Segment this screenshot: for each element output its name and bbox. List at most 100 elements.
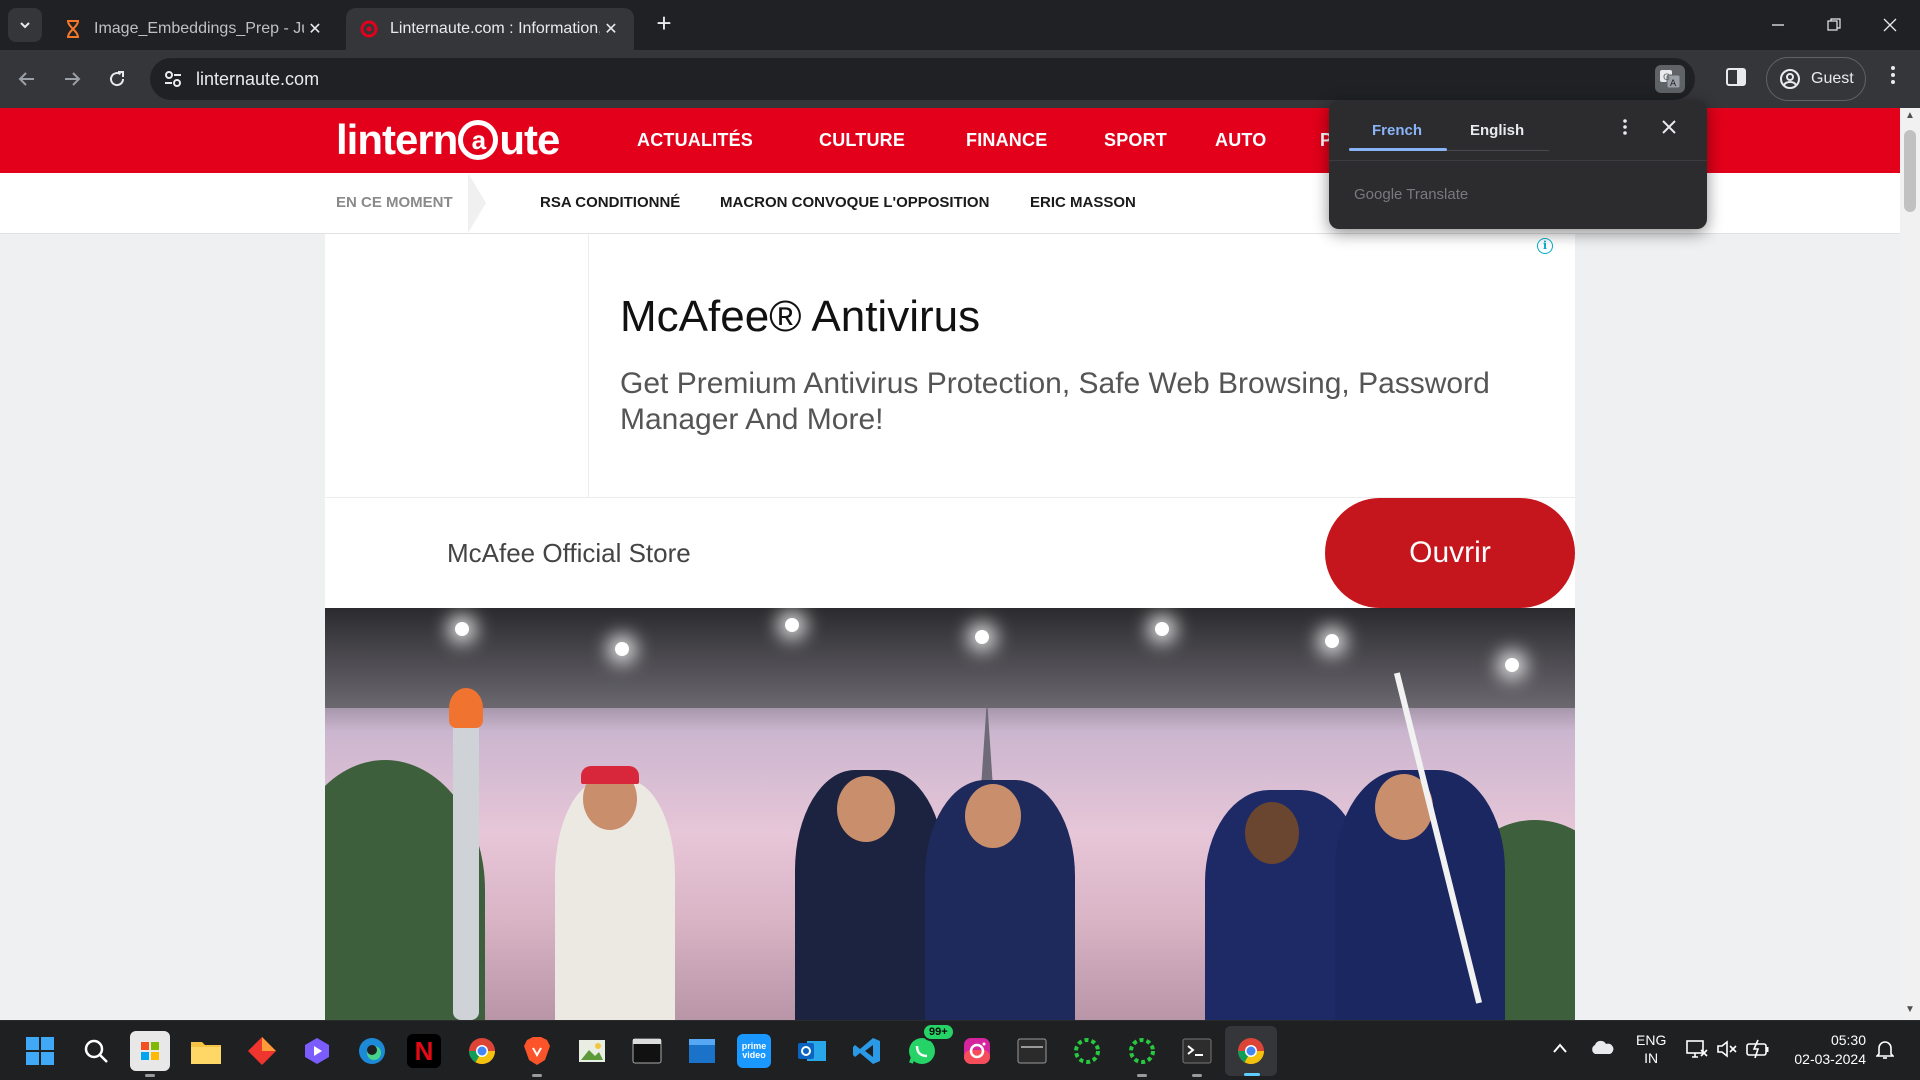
arrow-right-icon — [65, 72, 81, 86]
onedrive-icon[interactable] — [1590, 1039, 1614, 1058]
clock[interactable]: 05:30 02-03-2024 — [1786, 1031, 1866, 1069]
trending-link[interactable]: RSA CONDITIONNÉ — [540, 194, 680, 211]
tab-search-button[interactable] — [8, 8, 42, 42]
terminal-window-icon[interactable] — [627, 1031, 667, 1071]
main-content: i McAfee® Antivirus Get Premium Antiviru… — [325, 234, 1575, 1020]
ad-info-icon[interactable]: i — [1537, 238, 1553, 254]
reload-button[interactable] — [100, 62, 134, 96]
purple-app-icon[interactable] — [297, 1031, 337, 1071]
netflix-icon[interactable]: N — [407, 1034, 441, 1068]
close-tab-icon[interactable]: ✕ — [600, 19, 622, 39]
volume-muted-icon[interactable] — [1716, 1039, 1738, 1062]
clock-time: 05:30 — [1830, 1032, 1866, 1048]
restore-button[interactable] — [1806, 0, 1862, 50]
minimize-button[interactable] — [1750, 0, 1806, 50]
minimize-icon — [1772, 24, 1784, 26]
close-window-button[interactable] — [1862, 0, 1918, 50]
translate-close-button[interactable] — [1659, 118, 1679, 139]
side-panel-button[interactable] — [1725, 66, 1753, 92]
nav-sport[interactable]: SPORT — [1104, 130, 1167, 151]
show-hidden-icons-button[interactable] — [1552, 1041, 1568, 1057]
browser-tab-strip: Image_Embeddings_Prep - Jupy ✕ Linternau… — [0, 0, 1920, 50]
translate-target-tab[interactable]: English — [1470, 122, 1524, 139]
person-head — [1245, 802, 1299, 864]
running-indicator — [532, 1074, 542, 1077]
profile-button[interactable]: Guest — [1766, 57, 1866, 101]
console-app-icon[interactable] — [1012, 1031, 1052, 1071]
translate-options-button[interactable] — [1615, 118, 1635, 142]
outlook-icon[interactable] — [792, 1031, 832, 1071]
browser-menu-button[interactable] — [1880, 64, 1906, 94]
battery-charging-icon[interactable] — [1746, 1039, 1770, 1062]
brave-icon[interactable] — [517, 1031, 557, 1077]
hero-photo[interactable] — [325, 608, 1575, 1020]
hourglass-icon — [64, 20, 82, 38]
search-button[interactable] — [76, 1031, 116, 1071]
network-icon[interactable] — [1686, 1039, 1708, 1062]
search-icon — [84, 1039, 108, 1063]
image-viewer-icon[interactable] — [572, 1031, 612, 1071]
reload-icon — [110, 71, 125, 87]
file-explorer-icon[interactable] — [186, 1031, 226, 1071]
translate-source-tab[interactable]: French — [1372, 122, 1422, 139]
running-indicator — [1137, 1074, 1147, 1077]
chevron-up-icon — [1553, 1043, 1567, 1053]
loading-ring-icon[interactable] — [1067, 1031, 1107, 1071]
back-button[interactable] — [10, 62, 44, 96]
site-settings-icon[interactable] — [162, 68, 184, 90]
chevron-down-icon — [20, 22, 30, 29]
trending-link[interactable]: ERIC MASSON — [1030, 194, 1136, 211]
google-translate-brand: Google Translate — [1354, 186, 1469, 203]
tab-linternaute[interactable]: Linternaute.com : Information, l ✕ — [346, 8, 634, 50]
notification-bell-icon[interactable] — [1875, 1039, 1895, 1062]
nav-culture[interactable]: CULTURE — [819, 130, 905, 151]
close-icon — [1662, 120, 1676, 134]
close-tab-icon[interactable]: ✕ — [304, 19, 326, 39]
nav-finance[interactable]: FINANCE — [966, 130, 1047, 151]
start-button[interactable] — [20, 1031, 60, 1071]
loading-ring-icon[interactable] — [1122, 1031, 1162, 1077]
chrome-active-icon[interactable] — [1225, 1026, 1277, 1076]
instagram-icon[interactable] — [957, 1031, 997, 1071]
more-vertical-icon — [1623, 119, 1627, 135]
translate-page-icon[interactable]: GA — [1655, 65, 1685, 93]
scroll-down-arrow-icon[interactable]: ▼ — [1904, 1004, 1916, 1015]
terminal-icon[interactable] — [1177, 1031, 1217, 1077]
tab-title: Image_Embeddings_Prep - Jupy — [94, 20, 304, 37]
olympic-torch — [453, 718, 479, 1020]
page-scrollbar[interactable]: ▲ ▼ — [1900, 108, 1920, 1020]
nav-actualites[interactable]: ACTUALITÉS — [637, 130, 753, 151]
chrome-icon[interactable] — [462, 1031, 502, 1071]
ad-title[interactable]: McAfee® Antivirus — [620, 292, 980, 342]
prime-video-icon[interactable]: prime video — [737, 1034, 771, 1068]
edge-icon[interactable] — [352, 1031, 392, 1071]
site-logo[interactable]: lintern a ute — [336, 116, 560, 164]
person-head — [837, 776, 895, 842]
stage-light — [1505, 658, 1519, 672]
active-indicator — [1244, 1073, 1260, 1076]
trending-link[interactable]: MACRON CONVOQUE L'OPPOSITION — [720, 194, 989, 211]
tab-jupyter[interactable]: Image_Embeddings_Prep - Jupy ✕ — [50, 8, 338, 50]
ad-open-button[interactable]: Ouvrir — [1325, 498, 1575, 608]
scroll-thumb[interactable] — [1904, 130, 1916, 212]
ad-banner[interactable]: i McAfee® Antivirus Get Premium Antiviru… — [325, 234, 1575, 498]
whatsapp-icon[interactable]: 99+ — [902, 1023, 955, 1071]
linternaute-favicon-icon — [360, 20, 378, 38]
ad-footer: McAfee Official Store Ouvrir — [325, 498, 1575, 608]
translate-popup: French English Google Translate — [1329, 100, 1707, 229]
window-app-icon[interactable] — [682, 1031, 722, 1071]
logo-at-icon: a — [458, 120, 499, 160]
vscode-icon[interactable] — [847, 1031, 887, 1071]
svg-text:G: G — [1663, 73, 1670, 83]
windows-taskbar: N prime video 99+ ENG IN 05:30 02-03-202… — [0, 1020, 1920, 1080]
logo-text-start: lintern — [336, 116, 458, 163]
microsoft-store-icon[interactable] — [130, 1031, 170, 1077]
forward-button[interactable] — [55, 62, 89, 96]
red-diamond-app-icon[interactable] — [242, 1031, 282, 1071]
address-bar[interactable]: linternaute.com GA — [150, 58, 1695, 100]
scroll-up-arrow-icon[interactable]: ▲ — [1904, 110, 1916, 121]
new-tab-button[interactable]: + — [650, 10, 678, 38]
language-indicator[interactable]: ENG IN — [1636, 1031, 1666, 1067]
nav-auto[interactable]: AUTO — [1215, 130, 1266, 151]
url-text[interactable]: linternaute.com — [196, 69, 319, 90]
